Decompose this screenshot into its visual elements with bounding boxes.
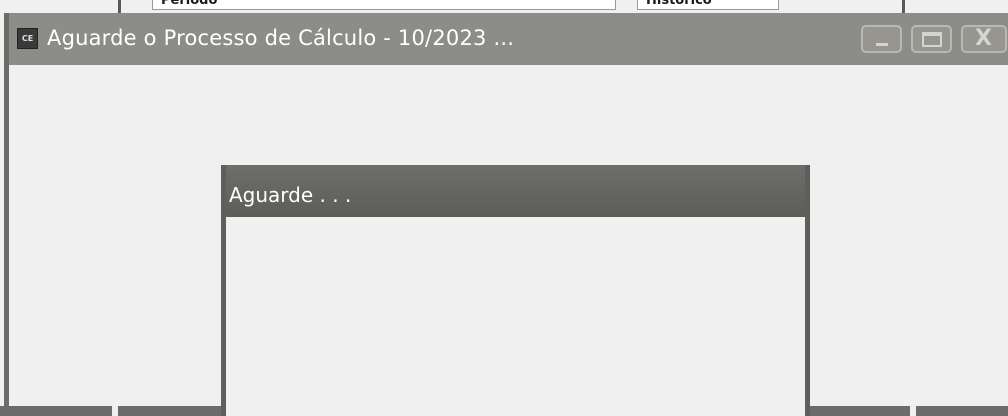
background-historico-field: Histórico	[637, 0, 779, 10]
background-divider	[902, 0, 905, 14]
background-divider	[118, 0, 121, 14]
background-bottom-segment	[0, 406, 112, 416]
background-periodo-field: Período	[152, 0, 616, 10]
screen: Período Histórico CE Aguarde o Processo …	[0, 0, 1008, 416]
background-bottom-segment	[118, 406, 222, 416]
background-app-strip: Período Histórico	[0, 0, 1008, 14]
app-icon: CE	[17, 28, 38, 49]
minimize-button[interactable]	[861, 25, 902, 53]
close-icon: X	[975, 26, 992, 51]
dialog-title: Aguarde . . .	[229, 183, 352, 207]
background-bottom-segment	[810, 406, 910, 416]
background-bottom-segment	[916, 406, 1008, 416]
maximize-icon	[922, 32, 942, 47]
close-button[interactable]: X	[961, 25, 1007, 53]
window-titlebar[interactable]: CE Aguarde o Processo de Cálculo - 10/20…	[9, 13, 1008, 65]
maximize-button[interactable]	[911, 25, 952, 53]
window-title: Aguarde o Processo de Cálculo - 10/2023 …	[47, 26, 515, 50]
wait-dialog: Aguarde . . .	[221, 165, 810, 416]
dialog-titlebar[interactable]: Aguarde . . .	[226, 165, 805, 217]
minimize-icon	[876, 43, 888, 46]
